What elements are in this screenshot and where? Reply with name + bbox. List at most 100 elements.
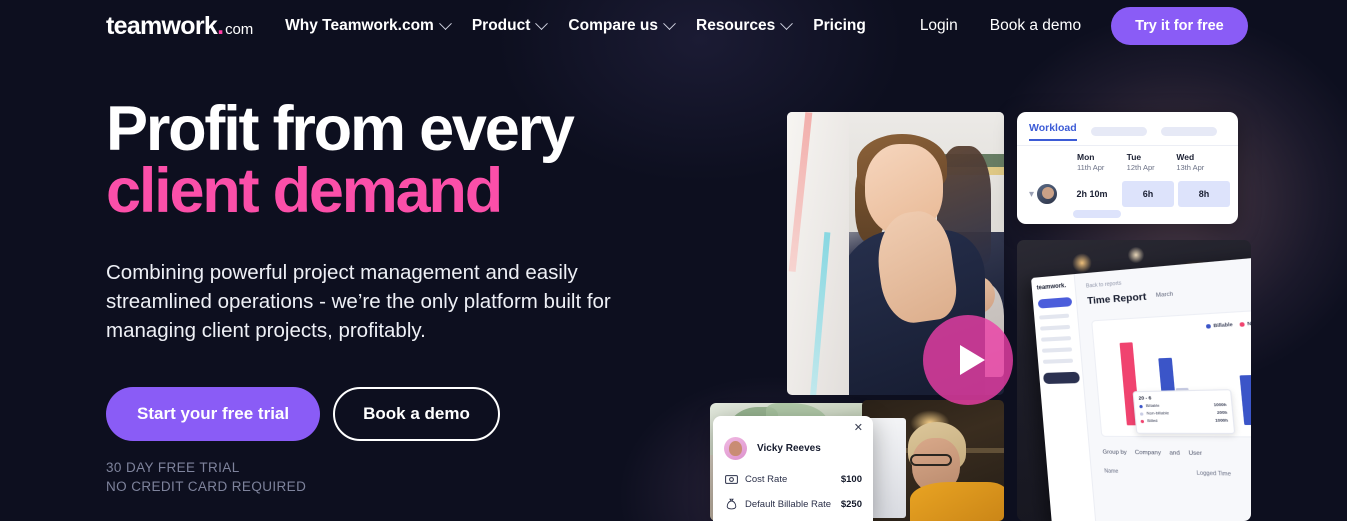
sidebar-item-my-work — [1040, 324, 1071, 331]
day-date: 11th Apr — [1077, 163, 1105, 172]
nav-links: Why Teamwork.com Product Compare us Reso… — [285, 16, 888, 35]
chevron-down-icon — [535, 16, 549, 30]
nav-item-resources[interactable]: Resources — [696, 16, 794, 35]
workload-cells: 2h 10m 6h 8h — [1066, 181, 1234, 207]
moneybag-icon — [724, 498, 739, 510]
close-icon[interactable]: ✕ — [854, 423, 863, 434]
sidebar-item-inbox — [1042, 358, 1074, 364]
book-a-demo-link[interactable]: Book a demo — [990, 17, 1081, 35]
rate-row-cost: Cost Rate $100 — [724, 473, 862, 485]
workload-tab-label[interactable]: Workload — [1029, 122, 1077, 141]
tooltip-title: 20 - 6 — [1138, 395, 1152, 401]
tooltip-row: Non-billable 200h — [1139, 410, 1228, 416]
group-by-label: Group by — [1102, 449, 1128, 457]
page-title: Profit from every client demand — [106, 98, 706, 226]
nav-item-why-teamwork[interactable]: Why Teamwork.com — [285, 16, 452, 35]
workload-capacity-bar — [1073, 210, 1121, 218]
hero-fineprint: 30 DAY FREE TRIAL NO CREDIT CARD REQUIRE… — [106, 458, 706, 496]
workload-card-header: Workload — [1029, 122, 1226, 141]
photo-bokeh-light — [1125, 244, 1147, 266]
tooltip-value: 1000h — [1214, 418, 1229, 423]
sidebar-item-time — [1041, 347, 1073, 353]
designer-at-desk-photo — [862, 400, 1004, 521]
chart-bar — [1239, 374, 1251, 426]
start-free-trial-button[interactable]: Start your free trial — [106, 387, 321, 441]
rate-label: Cost Rate — [745, 473, 788, 485]
time-report-laptop-photo: teamwork. Back to reports Time Report Ma… — [1017, 240, 1251, 521]
hero-subtitle: Combining powerful project management an… — [106, 261, 611, 342]
avatar — [724, 437, 747, 460]
tooltip-row: Billed 1000h — [1140, 418, 1228, 423]
hero-heading-line-2: client demand — [106, 156, 503, 226]
chart-legend: Billable Non-billable — [1206, 319, 1251, 329]
photo-wall-stripe-pink — [788, 112, 813, 272]
group-by-controls: Group by Company and User — [1102, 449, 1202, 457]
workload-card[interactable]: Workload Mon 11th Apr Tue 12th Apr Wed 1… — [1017, 112, 1238, 224]
workload-cell[interactable]: 2h 10m — [1066, 181, 1118, 207]
workload-day-header: Tue 12th Apr — [1127, 152, 1177, 172]
hero-heading-line-1: Profit from every — [106, 94, 575, 164]
day-name: Wed — [1176, 152, 1195, 162]
workload-day-header: Wed 13th Apr — [1176, 152, 1226, 172]
legend-label: Non-billable — [1246, 318, 1251, 327]
sidebar-item-search — [1039, 313, 1070, 320]
login-link[interactable]: Login — [920, 17, 958, 35]
tooltip-label: Non-billable — [1146, 411, 1170, 416]
fineprint-line-1: 30 DAY FREE TRIAL — [106, 460, 240, 475]
nav-item-label: Product — [471, 17, 531, 34]
photo-foreground-wall — [787, 112, 849, 395]
tooltip-label: Billable — [1145, 403, 1160, 409]
money-icon — [724, 473, 739, 485]
chevron-down-icon — [780, 16, 794, 30]
tooltip-label: Billed — [1147, 418, 1158, 424]
card-user: Vicky Reeves — [724, 437, 862, 460]
workload-skeleton-tab — [1090, 127, 1147, 136]
group-by-field-1: Company — [1134, 449, 1162, 457]
site-logo[interactable]: teamwork . com — [106, 12, 253, 41]
nav-item-pricing[interactable]: Pricing — [813, 17, 866, 35]
workload-cell[interactable]: 6h — [1122, 181, 1175, 207]
workload-day-headers: Mon 11th Apr Tue 12th Apr Wed 13th Apr — [1029, 152, 1226, 172]
chevron-down-icon[interactable]: ▾ — [1029, 189, 1034, 200]
workload-user-row: ▾ 2h 10m 6h 8h — [1029, 181, 1231, 207]
day-date: 13th Apr — [1176, 163, 1205, 172]
sidebar-item-projects — [1040, 336, 1072, 342]
quick-add-button — [1037, 296, 1073, 309]
app-logo: teamwork. — [1036, 283, 1067, 292]
avatar — [1036, 183, 1059, 205]
hero-cta-row: Start your free trial Book a demo — [106, 387, 706, 441]
back-to-reports-link: Back to reports — [1085, 280, 1122, 290]
play-video-button[interactable] — [923, 315, 1013, 405]
try-it-for-free-button[interactable]: Try it for free — [1111, 7, 1248, 45]
column-header: Name — [1104, 468, 1119, 475]
user-rate-card[interactable]: ✕ Vicky Reeves Cost Rate $100 Default Bi… — [713, 416, 873, 521]
day-date: 12th Apr — [1126, 163, 1155, 172]
glasses-icon — [910, 454, 952, 466]
tooltip-value: 200h — [1216, 410, 1228, 416]
workload-day-header: Mon 11th Apr — [1077, 152, 1127, 172]
day-name: Tue — [1126, 152, 1142, 162]
nav-item-label: Why Teamwork.com — [285, 17, 434, 34]
logo-dot: . — [217, 11, 225, 40]
laptop-screen: teamwork. Back to reports Time Report Ma… — [1031, 255, 1251, 521]
nav-item-compare-us[interactable]: Compare us — [568, 16, 676, 35]
nav-item-label: Compare us — [568, 17, 658, 34]
group-by-join: and — [1169, 450, 1181, 457]
workload-cell[interactable]: 8h — [1178, 181, 1231, 207]
user-name: Vicky Reeves — [757, 443, 821, 454]
rate-label: Default Billable Rate — [745, 498, 832, 510]
book-a-demo-button[interactable]: Book a demo — [333, 387, 500, 441]
nav-item-product[interactable]: Product — [471, 16, 549, 35]
column-header: Logged Time — [1196, 470, 1232, 478]
time-report-chart: Billable Non-billable 20 - 6 Billable 100… — [1091, 308, 1251, 438]
play-icon — [959, 345, 985, 375]
report-title: Time Report — [1086, 291, 1147, 308]
rate-row-billable: Default Billable Rate $250 — [724, 498, 862, 510]
photo-subject-body — [910, 482, 1004, 521]
tooltip-row: Billable 1000h — [1139, 403, 1227, 409]
rate-value: $100 — [840, 473, 862, 485]
sidebar-item-more — [1042, 371, 1081, 385]
group-by-field-2: User — [1188, 450, 1203, 458]
legend-item: Billable — [1206, 322, 1233, 329]
rate-value: $250 — [840, 498, 862, 510]
